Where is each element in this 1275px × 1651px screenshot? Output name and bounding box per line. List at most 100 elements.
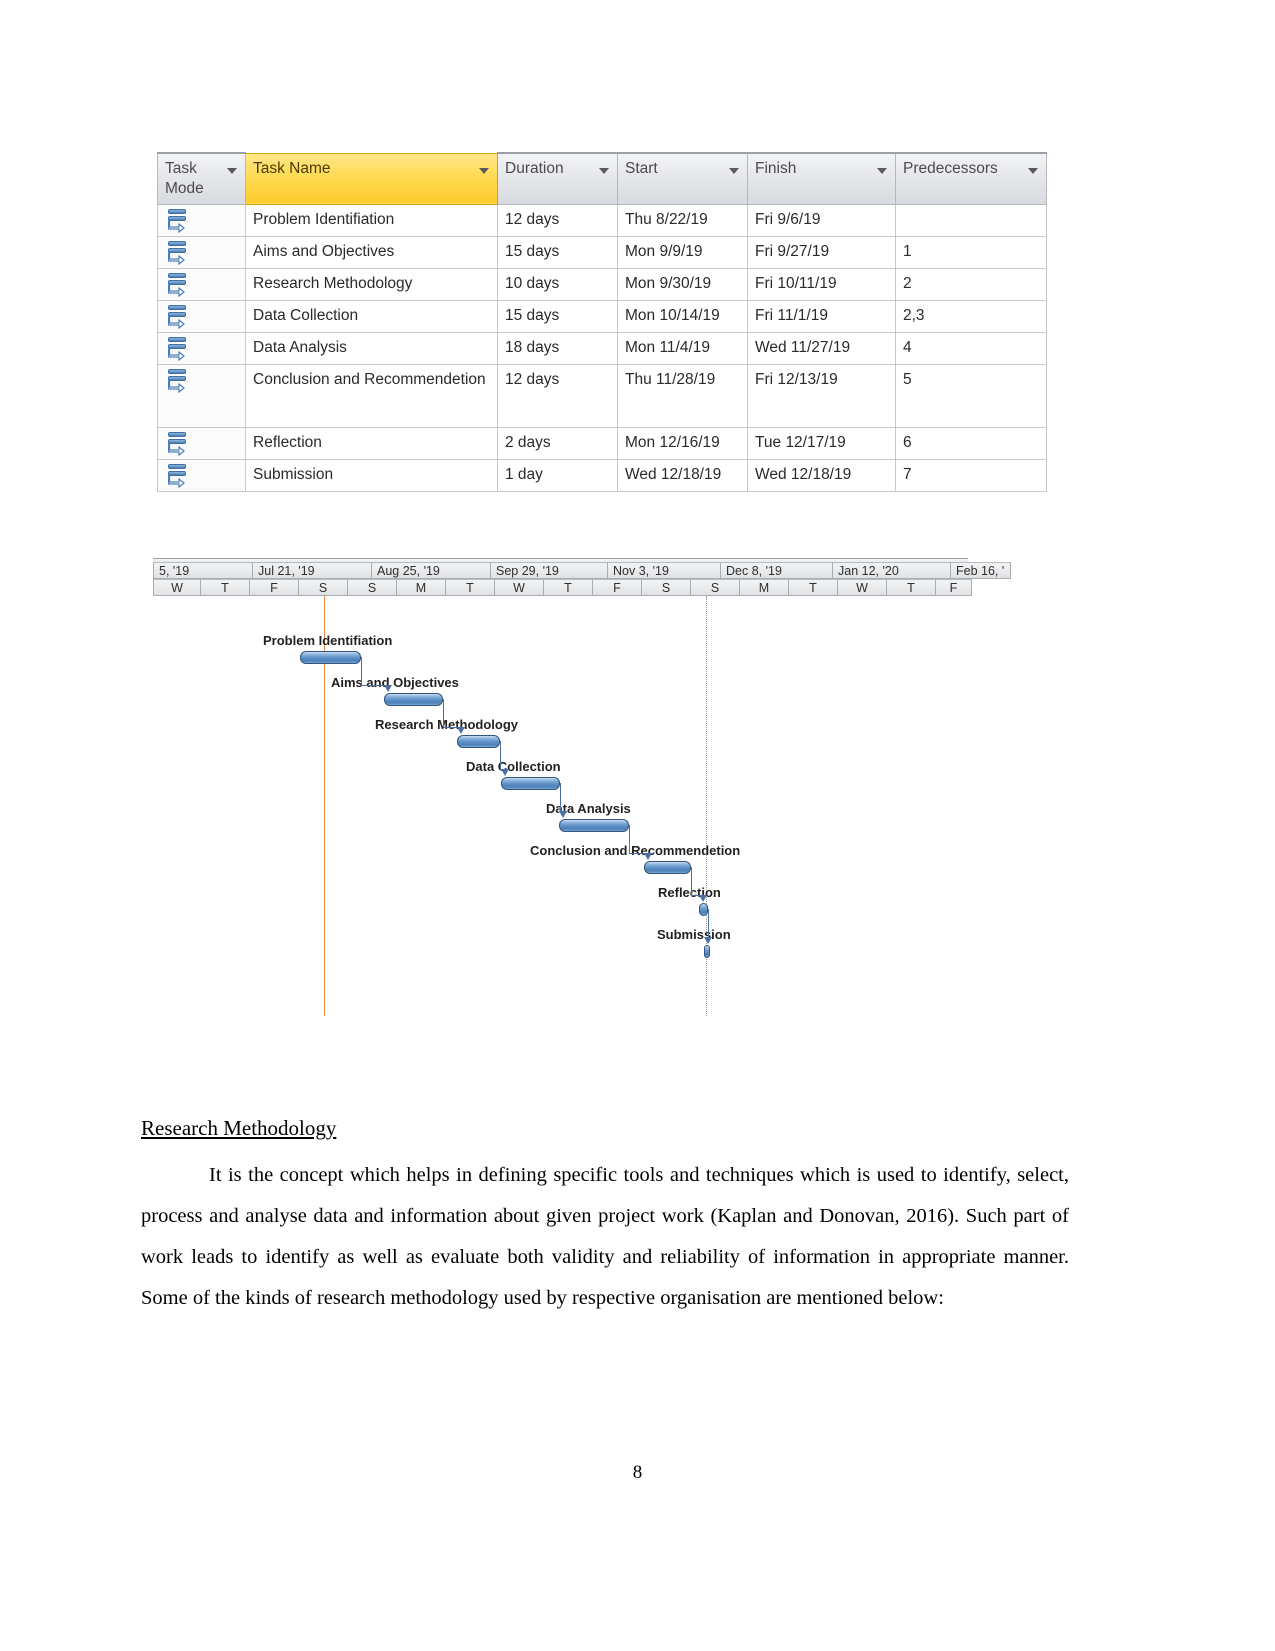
body-paragraph: It is the concept which helps in definin…: [141, 1164, 1069, 1309]
gantt-bar[interactable]: [644, 861, 691, 874]
column-header-predecessors[interactable]: Predecessors: [895, 152, 1047, 205]
table-row[interactable]: Data Collection 15 days Mon 10/14/19 Fri 11…: [157, 300, 1047, 333]
gantt-bar[interactable]: [457, 735, 500, 748]
cell-task-mode[interactable]: [157, 204, 246, 237]
cell-task-name[interactable]: Aims and Objectives: [245, 236, 498, 269]
cell-start[interactable]: Mon 11/4/19: [617, 332, 748, 365]
gantt-bar[interactable]: [559, 819, 629, 832]
cell-task-name[interactable]: Conclusion and Recommendetion: [245, 364, 498, 428]
cell-finish[interactable]: Fri 11/1/19: [747, 300, 896, 333]
filter-chevron-down-icon[interactable]: [1028, 168, 1038, 174]
gantt-bar[interactable]: [699, 903, 708, 916]
cell-duration[interactable]: 12 days: [497, 364, 618, 428]
cell-finish[interactable]: Fri 9/6/19: [747, 204, 896, 237]
cell-duration[interactable]: 15 days: [497, 236, 618, 269]
timeline-month-cell: Jan 12, '20: [833, 562, 951, 579]
gantt-bar[interactable]: [501, 777, 560, 790]
cell-task-name[interactable]: Data Analysis: [245, 332, 498, 365]
cell-task-name[interactable]: Reflection: [245, 427, 498, 460]
gantt-bar[interactable]: [300, 651, 361, 664]
cell-predecessors[interactable]: 4: [895, 332, 1047, 365]
cell-start[interactable]: Thu 8/22/19: [617, 204, 748, 237]
cell-task-name[interactable]: Data Collection: [245, 300, 498, 333]
column-header-finish[interactable]: Finish: [747, 152, 896, 205]
cell-start[interactable]: Mon 9/30/19: [617, 268, 748, 301]
cell-task-mode[interactable]: [157, 332, 246, 365]
filter-chevron-down-icon[interactable]: [479, 167, 489, 174]
column-header-task-name[interactable]: Task Name: [245, 152, 498, 205]
timeline-day-cell: S: [691, 579, 740, 596]
gantt-bar[interactable]: [384, 693, 443, 706]
filter-chevron-down-icon[interactable]: [877, 168, 887, 174]
filter-chevron-down-icon[interactable]: [227, 168, 237, 174]
timeline-day-cell: W: [495, 579, 544, 596]
column-header-label: Finish: [755, 160, 797, 177]
timeline-month-cell: Feb 16, ': [951, 562, 1011, 579]
cell-finish[interactable]: Tue 12/17/19: [747, 427, 896, 460]
cell-finish[interactable]: Fri 12/13/19: [747, 364, 896, 428]
cell-duration[interactable]: 18 days: [497, 332, 618, 365]
cell-task-mode[interactable]: [157, 236, 246, 269]
cell-predecessors-text: 7: [903, 466, 912, 483]
cell-duration[interactable]: 1 day: [497, 459, 618, 492]
cell-task-mode[interactable]: [157, 459, 246, 492]
table-row[interactable]: Problem Identifiation 12 days Thu 8/22/19 F…: [157, 204, 1047, 237]
cell-start[interactable]: Mon 12/16/19: [617, 427, 748, 460]
cell-predecessors-text: 4: [903, 339, 912, 356]
table-row[interactable]: Submission 1 day Wed 12/18/19 Wed 12/18/19 7: [157, 459, 1047, 492]
cell-task-mode[interactable]: [157, 300, 246, 333]
cell-duration[interactable]: 2 days: [497, 427, 618, 460]
column-header-start[interactable]: Start: [617, 152, 748, 205]
cell-start[interactable]: Wed 12/18/19: [617, 459, 748, 492]
cell-finish[interactable]: Wed 11/27/19: [747, 332, 896, 365]
table-row[interactable]: Research Methodology 10 days Mon 9/30/19 Fr…: [157, 268, 1047, 301]
timeline-month-cell: 5, '19: [153, 562, 253, 579]
cell-start[interactable]: Thu 11/28/19: [617, 364, 748, 428]
timeline-day-cell: T: [446, 579, 495, 596]
gantt-canvas: Problem Identifiation Aims and Objectives…: [153, 596, 968, 1016]
cell-start[interactable]: Mon 9/9/19: [617, 236, 748, 269]
gantt-bar-label: Submission: [657, 927, 731, 942]
column-header-label: Duration: [505, 160, 564, 177]
cell-finish-text: Wed 11/27/19: [755, 339, 851, 356]
dependency-arrow-icon: [501, 769, 509, 776]
cell-task-name[interactable]: Problem Identifiation: [245, 204, 498, 237]
column-header-duration[interactable]: Duration: [497, 152, 618, 205]
gantt-bar-label: Reflection: [658, 885, 721, 900]
table-row[interactable]: Reflection 2 days Mon 12/16/19 Tue 12/17/19…: [157, 427, 1047, 460]
cell-predecessors[interactable]: 6: [895, 427, 1047, 460]
cell-task-name-text: Reflection: [253, 434, 322, 451]
cell-task-mode[interactable]: [157, 427, 246, 460]
cell-predecessors[interactable]: 2: [895, 268, 1047, 301]
cell-finish[interactable]: Fri 10/11/19: [747, 268, 896, 301]
cell-start[interactable]: Mon 10/14/19: [617, 300, 748, 333]
timeline-day-cell: F: [250, 579, 299, 596]
filter-chevron-down-icon[interactable]: [729, 168, 739, 174]
table-row[interactable]: Aims and Objectives 15 days Mon 9/9/19 Fri …: [157, 236, 1047, 269]
filter-chevron-down-icon[interactable]: [599, 168, 609, 174]
cell-finish[interactable]: Fri 9/27/19: [747, 236, 896, 269]
dependency-link: [361, 657, 362, 685]
column-header-task-mode[interactable]: Task Mode: [157, 152, 246, 205]
cell-duration[interactable]: 12 days: [497, 204, 618, 237]
cell-duration[interactable]: 15 days: [497, 300, 618, 333]
cell-task-mode[interactable]: [157, 364, 246, 428]
cell-start-text: Wed 12/18/19: [625, 466, 722, 483]
cell-duration[interactable]: 10 days: [497, 268, 618, 301]
cell-predecessors[interactable]: [895, 204, 1047, 237]
cell-predecessors[interactable]: 7: [895, 459, 1047, 492]
table-row[interactable]: Data Analysis 18 days Mon 11/4/19 Wed 11/27…: [157, 332, 1047, 365]
cell-task-name[interactable]: Research Methodology: [245, 268, 498, 301]
cell-predecessors[interactable]: 1: [895, 236, 1047, 269]
cell-predecessors-text: 6: [903, 434, 912, 451]
cell-finish[interactable]: Wed 12/18/19: [747, 459, 896, 492]
gantt-bar-label: Problem Identifiation: [263, 633, 393, 648]
cell-predecessors[interactable]: 5: [895, 364, 1047, 428]
gantt-bar-label: Aims and Objectives: [331, 675, 459, 690]
cell-task-mode[interactable]: [157, 268, 246, 301]
cell-predecessors[interactable]: 2,3: [895, 300, 1047, 333]
cell-task-name-text: Conclusion and Recommendetion: [253, 371, 486, 388]
table-row[interactable]: Conclusion and Recommendetion 12 days Thu …: [157, 364, 1047, 428]
gantt-bar[interactable]: [704, 945, 710, 958]
cell-task-name[interactable]: Submission: [245, 459, 498, 492]
